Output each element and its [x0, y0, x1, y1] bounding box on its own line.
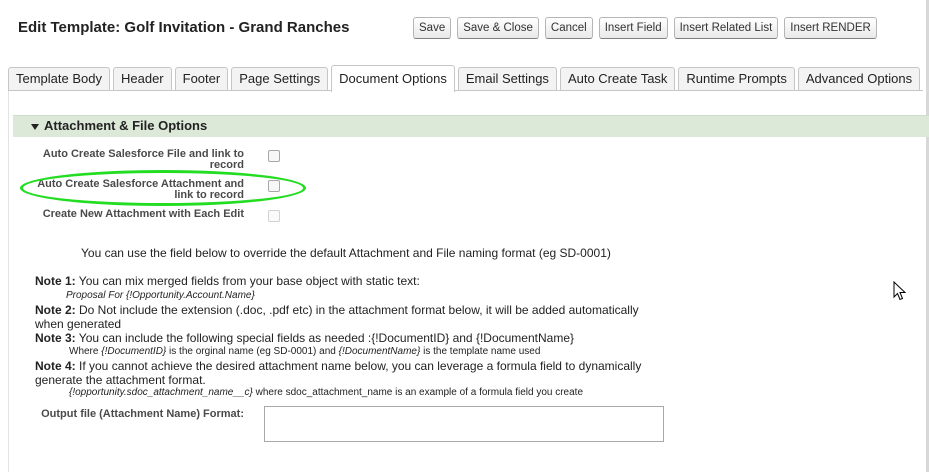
note-3-where: Where {!DocumentID} is the orginal name …	[69, 346, 540, 358]
insert-field-button[interactable]: Insert Field	[598, 17, 668, 39]
note-3: Note 3: You can include the following sp…	[35, 331, 655, 345]
note-1: Note 1: You can mix merged fields from y…	[35, 274, 655, 288]
output-format-field[interactable]	[264, 406, 664, 442]
note-3-docname: {!DocumentName}	[338, 346, 421, 357]
auto-create-attachment-checkbox[interactable]	[268, 180, 280, 192]
mouse-cursor-icon	[893, 281, 907, 301]
note-3-where-prefix: Where	[69, 346, 102, 357]
tab-header[interactable]: Header	[113, 67, 172, 91]
cancel-button[interactable]: Cancel	[544, 17, 593, 39]
tab-auto-create-task[interactable]: Auto Create Task	[559, 67, 676, 91]
save-close-button[interactable]: Save & Close	[457, 17, 539, 39]
tab-advanced-options[interactable]: Advanced Options	[797, 67, 921, 91]
tab-page-settings[interactable]: Page Settings	[231, 67, 329, 91]
option-label-auto-create-file: Auto Create Salesforce File and link to …	[42, 148, 244, 171]
tab-runtime-prompts[interactable]: Runtime Prompts	[678, 67, 795, 91]
override-instructions: You can use the field below to override …	[81, 246, 611, 260]
note-3-text: You can include the following special fi…	[75, 331, 574, 345]
note-3-docid: {!DocumentID}	[101, 346, 167, 357]
note-2-text: Do Not include the extension (.doc, .pdf…	[35, 303, 639, 331]
note-1-example: Proposal For {!Opportunity.Account.Name}	[66, 290, 255, 301]
tab-bar: Template Body Header Footer Page Setting…	[8, 65, 921, 92]
output-format-label: Output file (Attachment Name) Format:	[41, 408, 244, 420]
tab-email-settings[interactable]: Email Settings	[457, 67, 557, 91]
note-4-end: where sdoc_attachment_name is an example…	[252, 387, 584, 398]
note-4-field: {!opportunity.sdoc_attachment_name__c}	[69, 387, 253, 398]
insert-render-button[interactable]: Insert RENDER	[784, 17, 877, 39]
note-1-label: Note 1:	[35, 274, 76, 288]
note-4-example: {!opportunity.sdoc_attachment_name__c} w…	[69, 387, 583, 399]
auto-create-file-checkbox[interactable]	[268, 150, 280, 162]
note-1-text: You can mix merged fields from your base…	[75, 274, 420, 288]
tab-footer[interactable]: Footer	[174, 67, 229, 91]
option-label-auto-create-attachment: Auto Create Salesforce Attachment and li…	[37, 178, 244, 201]
tab-document-options[interactable]: Document Options	[331, 65, 455, 92]
collapse-triangle-icon[interactable]	[31, 124, 39, 130]
note-2-label: Note 2:	[35, 303, 76, 317]
note-2: Note 2: Do Not include the extension (.d…	[35, 303, 655, 331]
toolbar: Save Save & Close Cancel Insert Field In…	[413, 17, 877, 41]
note-4-label: Note 4:	[35, 359, 76, 373]
note-4: Note 4: If you cannot achieve the desire…	[35, 359, 655, 387]
option-label-new-attachment-each-edit: Create New Attachment with Each Edit	[42, 208, 244, 220]
new-attachment-each-edit-checkbox[interactable]	[268, 210, 280, 222]
save-button[interactable]: Save	[413, 17, 452, 39]
page-title: Edit Template: Golf Invitation - Grand R…	[18, 19, 350, 36]
tab-template-body[interactable]: Template Body	[8, 67, 110, 91]
note-3-mid: is the orginal name (eg SD-0001) and	[166, 346, 339, 357]
section-title: Attachment & File Options	[44, 118, 208, 133]
note-3-end: is the template name used	[420, 346, 541, 357]
note-4-text: If you cannot achieve the desired attach…	[35, 359, 642, 387]
note-3-label: Note 3:	[35, 331, 76, 345]
insert-related-list-button[interactable]: Insert Related List	[673, 17, 779, 39]
